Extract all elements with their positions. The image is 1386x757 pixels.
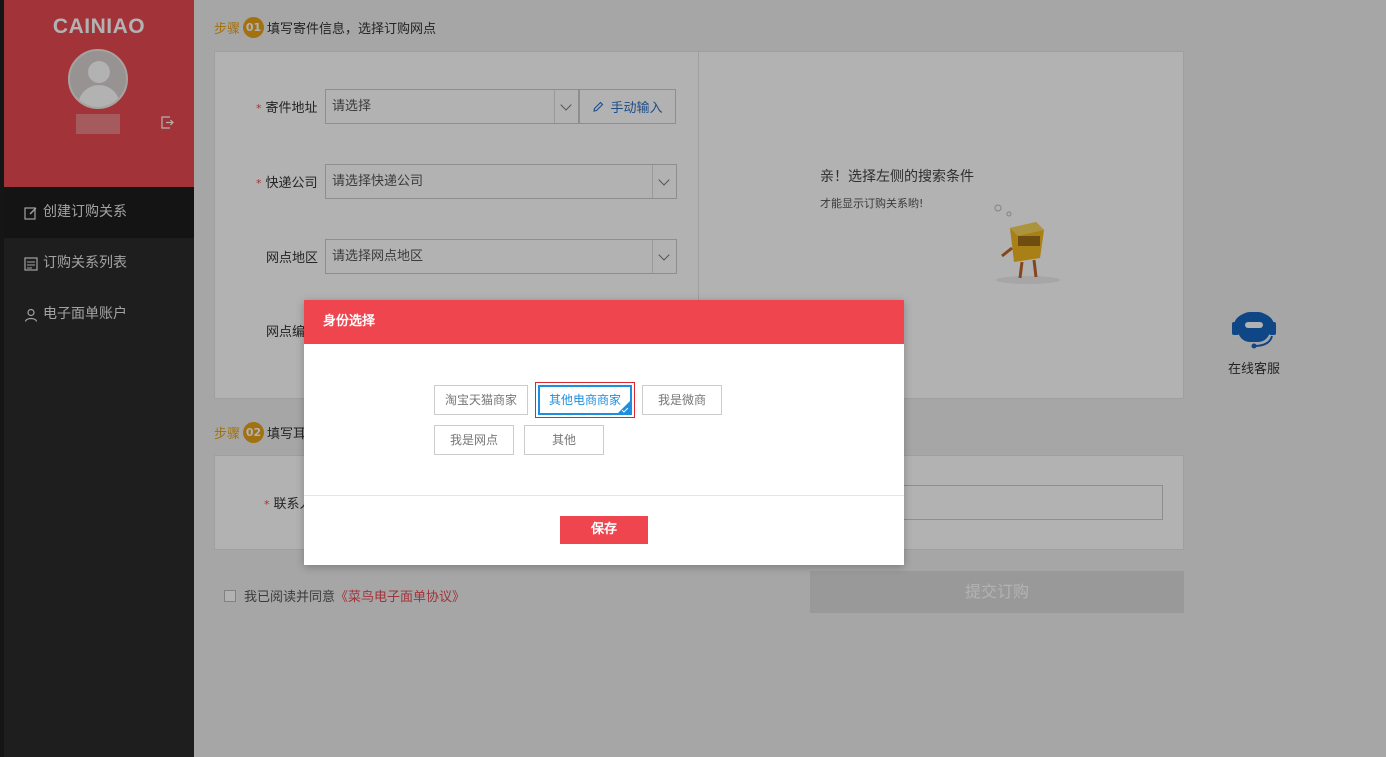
- modal-divider: [304, 495, 904, 496]
- option-wechat-merchant[interactable]: 我是微商: [642, 385, 722, 415]
- option-other-ecommerce-merchant[interactable]: 其他电商商家: [535, 382, 635, 418]
- identity-modal: 身份选择 淘宝天猫商家 其他电商商家 我是微商 我是网点 其他 保存: [304, 300, 904, 565]
- option-outlet[interactable]: 我是网点: [434, 425, 514, 455]
- option-other[interactable]: 其他: [524, 425, 604, 455]
- modal-title: 身份选择: [304, 300, 904, 344]
- option-taobao-tmall-merchant[interactable]: 淘宝天猫商家: [434, 385, 528, 415]
- save-button[interactable]: 保存: [560, 516, 648, 544]
